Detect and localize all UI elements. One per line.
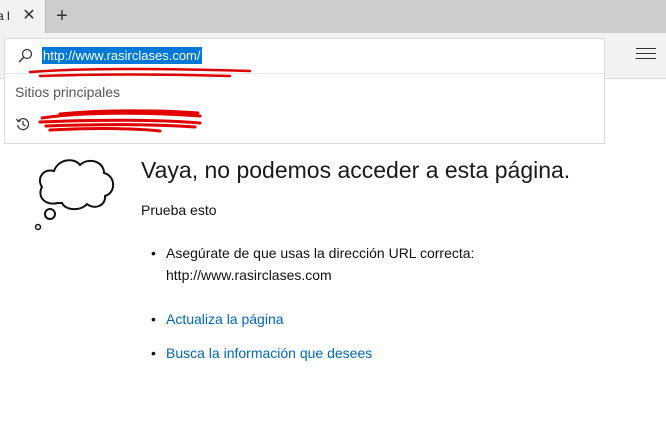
bullet: • <box>151 311 156 327</box>
history-icon <box>15 118 30 131</box>
tab-strip: a l ✕ + <box>0 0 666 33</box>
suggestion-refresh: • Actualiza la página <box>141 308 474 342</box>
plus-icon[interactable]: + <box>52 6 72 26</box>
tab-title: a l <box>0 9 10 23</box>
top-sites-heading: Sitios principales <box>15 84 121 100</box>
thought-cloud-icon <box>34 159 115 231</box>
menu-icon[interactable] <box>636 48 656 62</box>
suggestion-check-url: • Asegúrate de que usas la dirección URL… <box>141 242 474 308</box>
suggestion-url: http://www.rasirclases.com <box>166 267 332 283</box>
address-dropdown: http://www.rasirclases.com/ Sitios princ… <box>4 38 605 144</box>
suggestion-text: Asegúrate de que usas la dirección URL c… <box>166 245 475 261</box>
refresh-page-link[interactable]: Actualiza la página <box>166 311 284 327</box>
error-title: Vaya, no podemos acceder a esta página. <box>141 157 571 183</box>
bullet: • <box>151 245 156 261</box>
bullet: • <box>151 345 156 361</box>
try-this-label: Prueba esto <box>141 202 217 218</box>
history-suggestion[interactable] <box>5 111 604 139</box>
browser-tab[interactable]: a l ✕ <box>0 0 45 33</box>
suggestion-list: • Asegúrate de que usas la dirección URL… <box>141 242 474 366</box>
search-info-link[interactable]: Busca la información que desees <box>166 345 372 361</box>
tab-divider <box>45 0 46 33</box>
address-input[interactable]: http://www.rasirclases.com/ <box>42 47 202 64</box>
search-icon <box>18 48 33 63</box>
address-bar[interactable]: http://www.rasirclases.com/ <box>5 39 604 74</box>
suggestion-search: • Busca la información que desees <box>141 342 474 366</box>
close-icon[interactable]: ✕ <box>20 6 38 26</box>
